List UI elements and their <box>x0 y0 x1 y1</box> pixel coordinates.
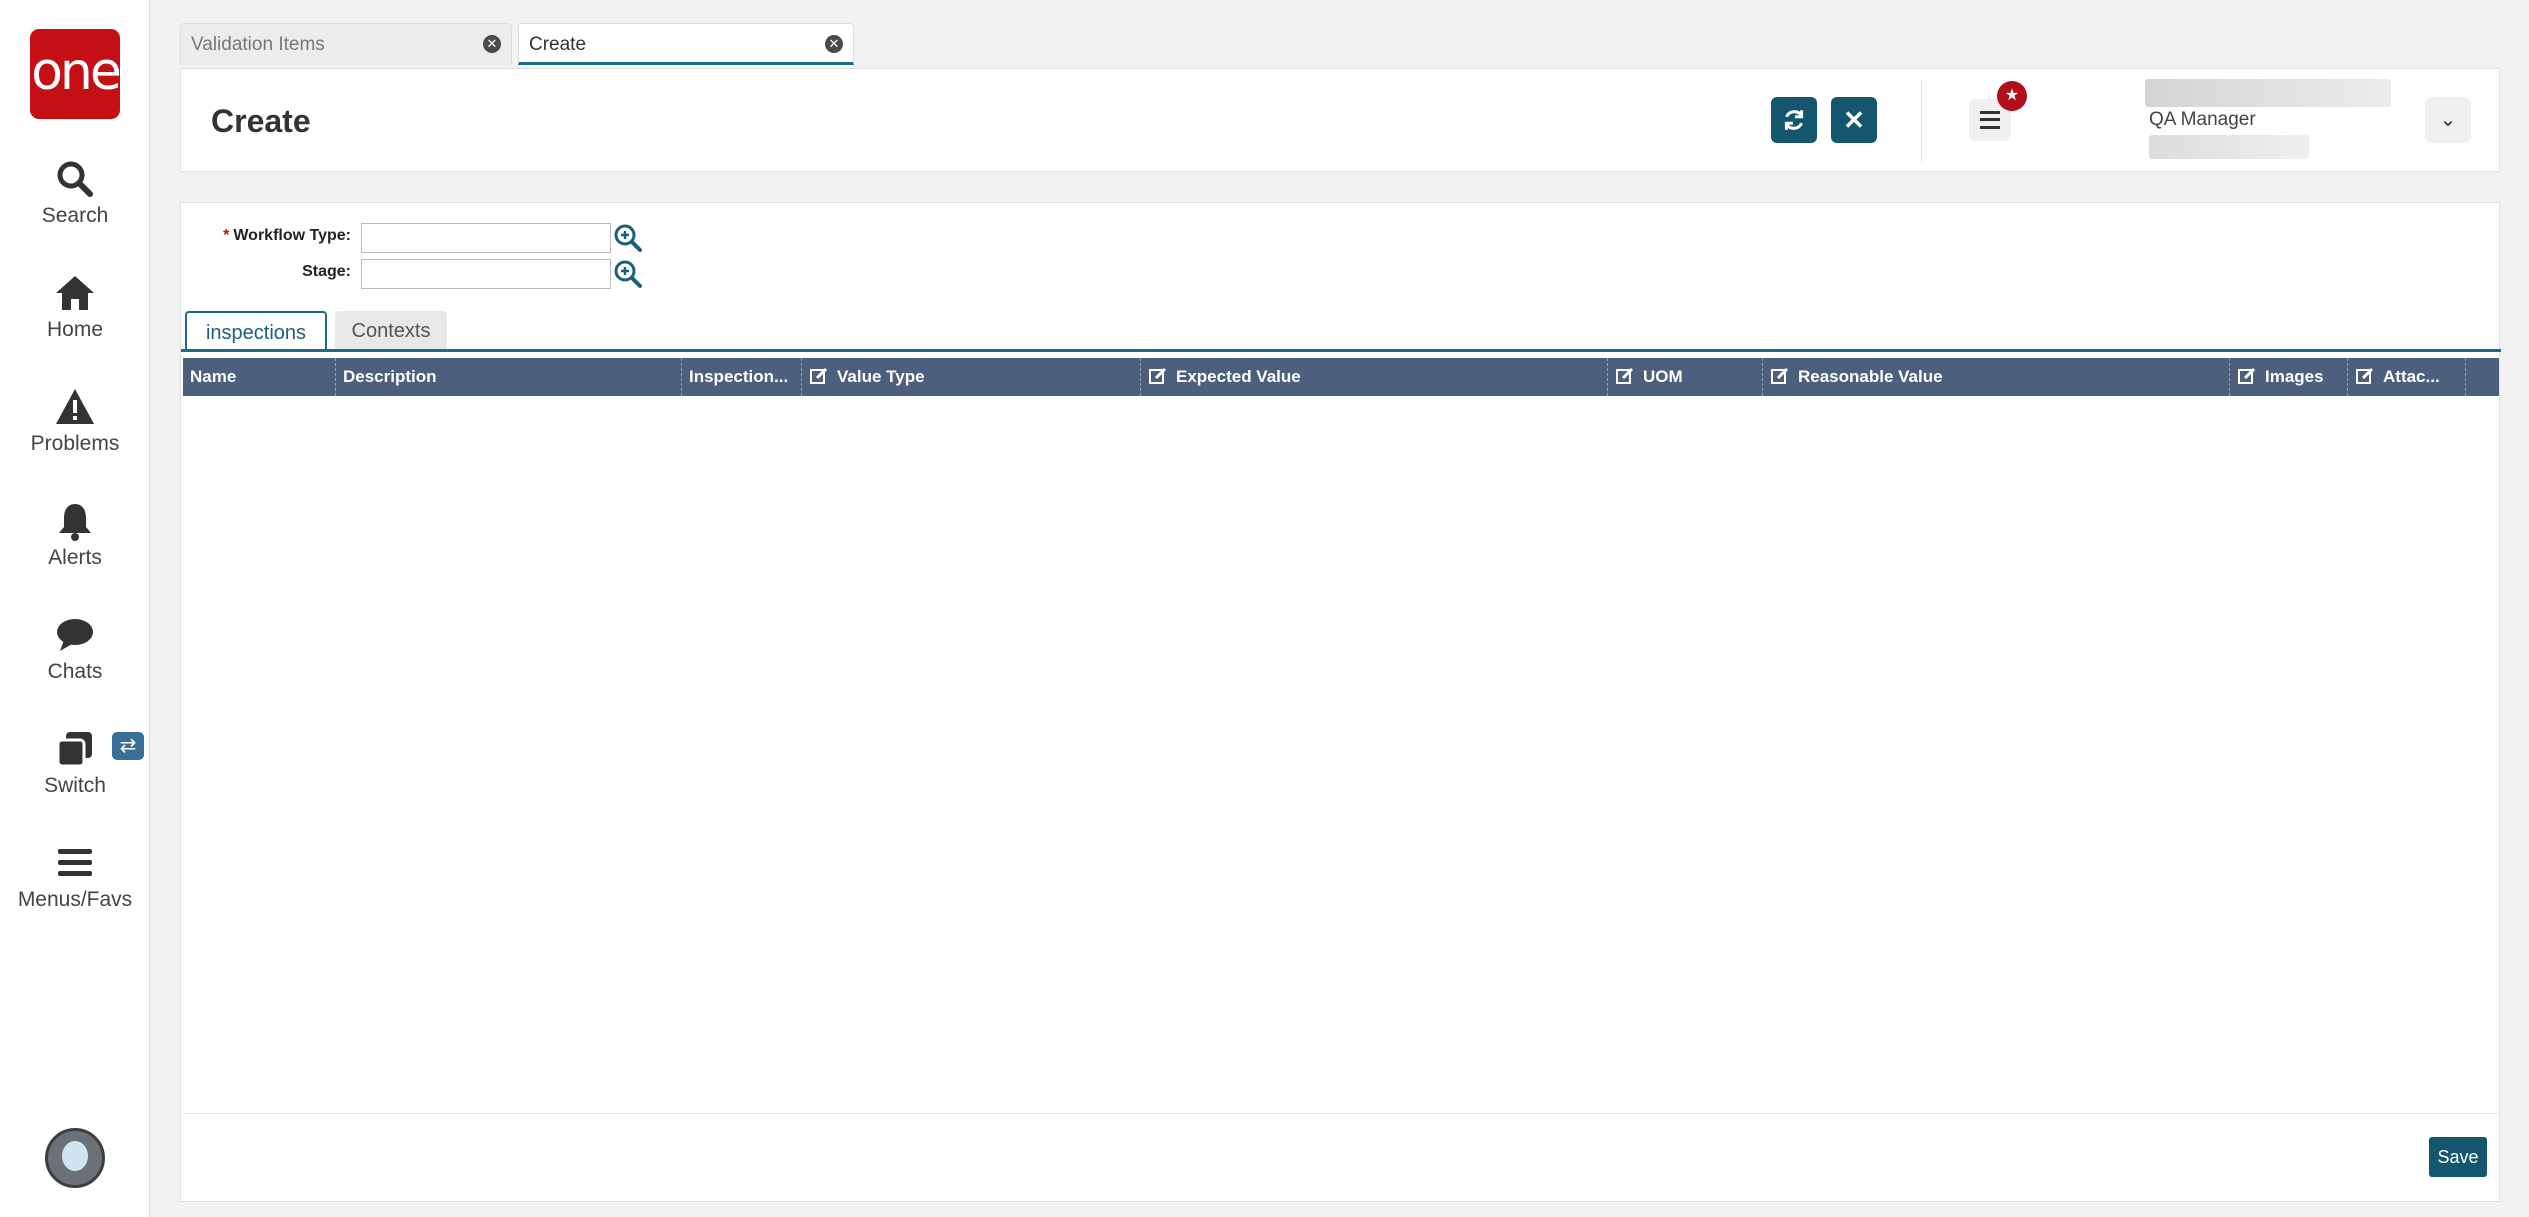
nav-chats-label: Chats <box>47 660 103 683</box>
grid-bottom-border <box>183 1113 2499 1114</box>
nav-problems[interactable]: Problems <box>0 386 150 456</box>
refresh-button[interactable] <box>1771 97 1817 143</box>
chevron-down-icon: ⌄ <box>2439 109 2457 131</box>
search-icon <box>54 158 96 200</box>
page-title: Create <box>211 103 311 139</box>
column-header-images[interactable]: Images <box>2230 358 2348 396</box>
edit-icon <box>2356 367 2374 384</box>
edit-icon <box>1149 367 1167 384</box>
nav-search[interactable]: Search <box>0 158 150 228</box>
user-dropdown-button[interactable]: ⌄ <box>2425 97 2471 143</box>
workflow-type-label: * Workflow Type: <box>181 227 351 245</box>
column-header-inspection[interactable]: Inspection... <box>682 358 802 396</box>
edit-icon <box>2238 367 2256 384</box>
refresh-icon <box>1784 110 1804 130</box>
zoom-search-icon[interactable] <box>613 259 643 289</box>
user-role: QA Manager <box>2149 109 2256 130</box>
home-icon <box>54 272 96 314</box>
nav-home-label: Home <box>46 318 104 341</box>
column-header-uom[interactable]: UOM <box>1608 358 1763 396</box>
column-label: Images <box>2265 367 2324 386</box>
main-panel: * Workflow Type: Stage: inspections Conte… <box>180 202 2501 1202</box>
nav-switch-label: Switch <box>44 774 106 797</box>
subtab-underline <box>181 349 2501 352</box>
hamburger-icon <box>54 842 96 884</box>
column-header-description[interactable]: Description <box>336 358 682 396</box>
column-header-attachments[interactable]: Attac... <box>2348 358 2466 396</box>
nav-menus-label: Menus/Favs <box>17 888 133 911</box>
zoom-search-icon[interactable] <box>613 223 643 253</box>
nav-chats[interactable]: Chats <box>0 614 150 684</box>
left-sidebar: one Search Home Problems Alerts Chats Sw… <box>0 0 150 1217</box>
column-label: Value Type <box>837 367 925 386</box>
user-name-redacted <box>2145 79 2391 107</box>
switch-arrows-icon[interactable]: ⇄ <box>112 732 144 760</box>
nav-search-label: Search <box>41 204 109 227</box>
chat-icon <box>54 614 96 656</box>
stage-input[interactable] <box>361 259 611 289</box>
tab-inspections[interactable]: inspections <box>185 311 327 351</box>
column-header-name[interactable]: Name <box>183 358 336 396</box>
column-label: UOM <box>1643 367 1683 386</box>
user-avatar[interactable] <box>45 1128 105 1188</box>
nav-problems-label: Problems <box>30 432 120 455</box>
column-label: Expected Value <box>1176 367 1301 386</box>
nav-alerts-label: Alerts <box>48 546 102 569</box>
tab-contexts[interactable]: Contexts <box>335 311 447 351</box>
grid-header: Name Description Inspection... Value Typ… <box>183 358 2499 396</box>
workflow-type-label-text: Workflow Type: <box>233 227 351 244</box>
column-header-expected-value[interactable]: Expected Value <box>1141 358 1608 396</box>
nav-home[interactable]: Home <box>0 272 150 342</box>
tab-label: Validation Items <box>191 34 325 55</box>
header-divider <box>1921 79 1922 163</box>
tab-validation-items[interactable]: Validation Items ✕ <box>180 23 512 65</box>
nav-alerts[interactable]: Alerts <box>0 500 150 570</box>
page-header: Create ✕ ★ QA Manager ⌄ <box>180 68 2500 172</box>
column-header-value-type[interactable]: Value Type <box>802 358 1141 396</box>
tab-label: Create <box>529 34 587 55</box>
edit-icon <box>1771 367 1789 384</box>
favorite-star-icon[interactable]: ★ <box>1997 81 2027 111</box>
stage-label: Stage: <box>302 263 351 280</box>
warning-icon <box>54 386 96 428</box>
nav-menus-favs[interactable]: Menus/Favs <box>0 842 150 912</box>
save-button[interactable]: Save <box>2429 1137 2487 1177</box>
close-tab-icon[interactable]: ✕ <box>483 35 501 53</box>
app-logo[interactable]: one <box>30 29 122 119</box>
edit-icon <box>1616 367 1634 384</box>
tab-create[interactable]: Create ✕ <box>518 23 854 65</box>
menu-icon <box>1980 111 2000 129</box>
switch-icon <box>54 728 96 770</box>
column-header-reasonable-value[interactable]: Reasonable Value <box>1763 358 2230 396</box>
column-label: Attac... <box>2383 367 2440 386</box>
close-icon: ✕ <box>1843 105 1865 135</box>
bell-icon <box>54 500 96 542</box>
column-label: Reasonable Value <box>1798 367 1943 386</box>
close-tab-icon[interactable]: ✕ <box>825 35 843 53</box>
edit-icon <box>810 367 828 384</box>
user-org-redacted <box>2149 135 2309 159</box>
workflow-type-input[interactable] <box>361 223 611 253</box>
close-button[interactable]: ✕ <box>1831 97 1877 143</box>
required-mark: * <box>223 227 230 244</box>
